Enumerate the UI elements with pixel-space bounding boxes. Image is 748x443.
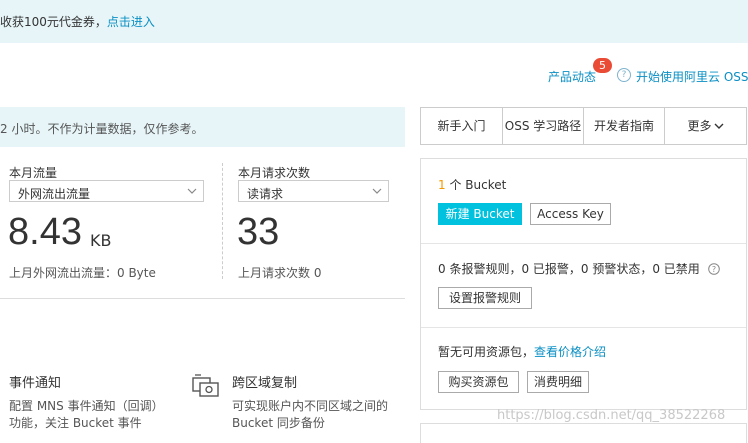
next-card (420, 423, 747, 443)
tab-more[interactable]: 更多 (665, 108, 746, 144)
traffic-type-value: 外网流出流量 (18, 187, 91, 201)
promo-banner: 收获100元代金券，点击进入 (0, 0, 748, 43)
panel-divider (421, 327, 746, 328)
traffic-unit: KB (90, 231, 112, 250)
cross-region-replication-title[interactable]: 跨区域复制 (232, 372, 297, 391)
cross-region-replication-desc-line2: Bucket 同步备份 (232, 416, 325, 430)
event-notification-title[interactable]: 事件通知 (9, 372, 61, 391)
tab-getting-started[interactable]: 新手入门 (421, 108, 503, 144)
bucket-count: 1 (438, 178, 446, 192)
resource-pack-line: 暂无可用资源包，查看价格介绍 (438, 343, 606, 360)
cross-region-replication-icon (192, 374, 219, 397)
alarm-summary: 0 条报警规则，0 已报警，0 预警状态，0 已禁用 ? (438, 260, 720, 277)
event-notification-desc-line2: 功能，关注 Bucket 事件 (9, 416, 142, 430)
tab-developer-guide[interactable]: 开发者指南 (584, 108, 665, 144)
guide-tabs: 新手入门 OSS 学习路径 开发者指南 更多 (420, 107, 747, 145)
requests-label: 本月请求次数 (238, 166, 311, 180)
alarm-summary-text: 0 条报警规则，0 已报警，0 预警状态，0 已禁用 (438, 262, 700, 276)
chevron-down-icon (187, 188, 197, 194)
traffic-type-select[interactable]: 外网流出流量 (9, 180, 204, 202)
help-icon: ? (617, 68, 631, 82)
summary-panel: 1 个 Bucket 新建 Bucket Access Key 0 条报警规则，… (420, 158, 747, 410)
request-type-select[interactable]: 读请求 (238, 180, 389, 202)
svg-text:?: ? (712, 265, 716, 274)
billing-details-button[interactable]: 消费明细 (527, 371, 589, 393)
cross-region-replication-desc-line1: 可实现账户内不同区域之间的 (232, 399, 389, 413)
start-oss-link[interactable]: 开始使用阿里云 OSS (636, 68, 748, 85)
bucket-count-text: 个 Bucket (449, 178, 507, 192)
panel-divider (421, 243, 746, 244)
promo-text: 收获100元代金券，点击进入 (0, 13, 155, 30)
tab-learning-path[interactable]: OSS 学习路径 (503, 108, 584, 144)
traffic-last-month: 上月外网流出流量：0 Byte (9, 266, 156, 280)
traffic-label: 本月流量 (9, 166, 58, 180)
product-news-link[interactable]: 产品动态 (548, 68, 596, 85)
access-key-button[interactable]: Access Key (530, 203, 611, 225)
promo-message: 收获100元代金券， (0, 15, 107, 29)
request-type-value: 读请求 (247, 187, 284, 201)
bucket-count-line: 1 个 Bucket (438, 176, 506, 193)
metrics-divider (222, 163, 223, 279)
view-pricing-link[interactable]: 查看价格介绍 (534, 345, 606, 359)
cross-region-replication-desc: 可实现账户内不同区域之间的 Bucket 同步备份 (232, 398, 388, 432)
promo-link[interactable]: 点击进入 (107, 15, 155, 29)
help-icon: ? (707, 263, 720, 275)
product-news-badge: 5 (593, 58, 612, 73)
event-notification-desc-line1: 配置 MNS 事件通知（回调） (9, 399, 164, 413)
event-notification-desc: 配置 MNS 事件通知（回调） 功能，关注 Bucket 事件 (9, 398, 164, 432)
traffic-value: 8.43 (8, 211, 82, 253)
requests-last-month: 上月请求次数 0 (238, 266, 322, 280)
resource-pack-text: 暂无可用资源包， (438, 345, 535, 359)
chevron-down-icon (372, 188, 382, 194)
info-text: 2 小时。不作为计量数据，仅作参考。 (0, 122, 204, 136)
tab-more-label: 更多 (687, 119, 712, 133)
watermark: https://blog.csdn.net/qq_38522268 (497, 408, 726, 423)
create-bucket-button[interactable]: 新建 Bucket (438, 203, 522, 225)
chevron-down-icon (714, 123, 723, 129)
set-alarm-rules-button[interactable]: 设置报警规则 (438, 287, 532, 309)
info-strip: 2 小时。不作为计量数据，仅作参考。 (0, 107, 405, 147)
requests-value: 33 (237, 211, 280, 253)
buy-resource-pack-button[interactable]: 购买资源包 (438, 371, 519, 393)
